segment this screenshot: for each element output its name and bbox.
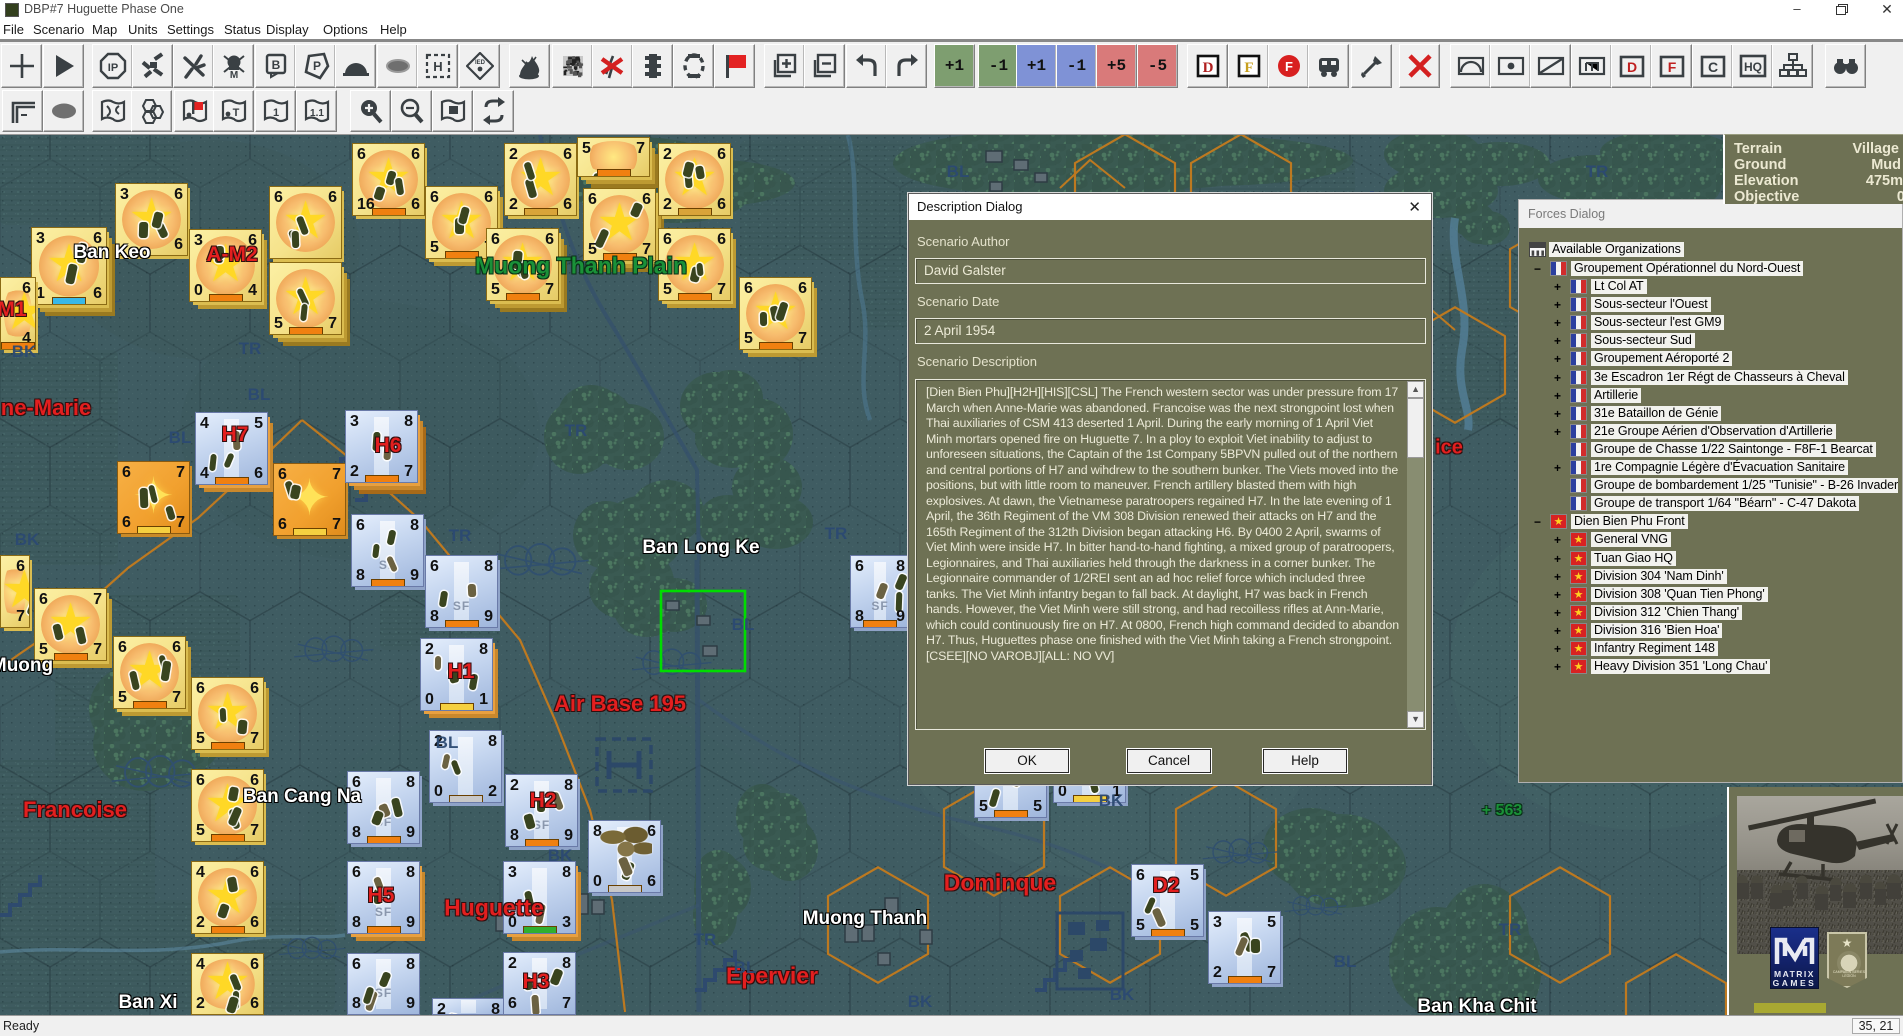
- svg-text:1: 1: [272, 107, 278, 119]
- svg-text:C: C: [1707, 59, 1717, 75]
- svg-text:IP: IP: [107, 62, 117, 74]
- svg-text:F: F: [1667, 59, 1676, 75]
- svg-text:D: D: [1202, 60, 1213, 76]
- svg-text:1.1: 1.1: [310, 108, 324, 119]
- svg-text:H: H: [433, 59, 442, 74]
- svg-text:HQ: HQ: [1744, 60, 1762, 74]
- svg-text:P: P: [312, 59, 320, 73]
- svg-text:T: T: [232, 107, 239, 119]
- svg-text:F: F: [1244, 60, 1253, 76]
- svg-text:F: F: [1285, 59, 1293, 74]
- svg-text:IED: IED: [474, 60, 485, 66]
- svg-text:D: D: [1626, 59, 1636, 75]
- svg-text:M: M: [229, 70, 237, 80]
- svg-text:B: B: [271, 58, 280, 72]
